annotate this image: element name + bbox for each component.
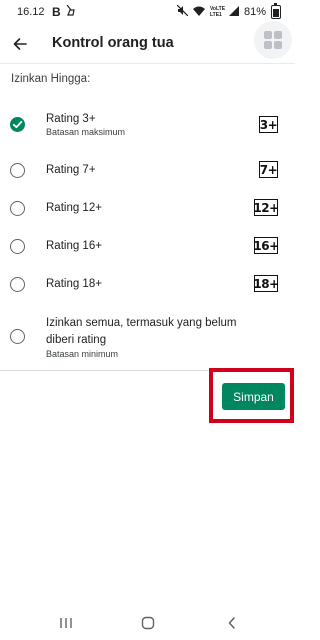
rating-badge-7: 7+ <box>259 161 278 178</box>
home-button[interactable] <box>138 614 158 632</box>
option-rating-18[interactable]: Rating 18+ 18+ <box>0 274 295 296</box>
option-title: Rating 7+ <box>46 164 96 176</box>
option-subtitle: Batasan minimum <box>46 349 119 359</box>
section-label: Izinkan Hingga: <box>11 73 91 85</box>
home-icon <box>141 616 155 630</box>
radio-button[interactable] <box>10 239 25 254</box>
mute-icon <box>176 4 189 19</box>
recents-button[interactable] <box>56 614 76 632</box>
battery-percent: 81% <box>243 6 266 18</box>
grid-apps-icon <box>264 31 282 49</box>
system-nav-bar <box>0 606 295 640</box>
radio-button[interactable] <box>10 277 25 292</box>
status-bar: 16.12 B VoLTE LTE1 81% <box>0 0 295 24</box>
radio-button[interactable] <box>10 329 25 344</box>
rating-badge-12: 12+ <box>253 199 279 216</box>
save-button[interactable]: Simpan <box>222 383 285 410</box>
check-icon <box>12 120 23 129</box>
bold-b-icon: B <box>52 5 61 19</box>
option-subtitle: Batasan maksimum <box>46 127 126 137</box>
radio-button[interactable] <box>10 163 25 178</box>
status-left-icons: B <box>52 4 75 19</box>
recents-icon <box>60 618 72 628</box>
app-bar: Kontrol orang tua <box>0 24 295 64</box>
option-rating-16[interactable]: Rating 16+ 16+ <box>0 236 295 258</box>
broom-icon <box>65 4 75 19</box>
radio-checked[interactable] <box>10 117 25 132</box>
option-title-line2: diberi rating <box>46 334 107 346</box>
status-time: 16.12 <box>17 6 45 18</box>
rating-badge-3: 3+ <box>259 116 278 133</box>
option-title: Rating 3+ <box>46 113 96 125</box>
option-rating-12[interactable]: Rating 12+ 12+ <box>0 198 295 220</box>
option-allow-all[interactable]: Izinkan semua, termasuk yang belum diber… <box>0 313 295 359</box>
apps-grid-button[interactable] <box>254 21 292 59</box>
option-rating-3[interactable]: Rating 3+ Batasan maksimum 3+ <box>0 108 295 144</box>
header-divider <box>0 63 295 64</box>
status-right-icons: VoLTE LTE1 81% <box>176 3 281 19</box>
network-label: VoLTE LTE1 <box>209 6 226 18</box>
nav-back-icon <box>228 617 235 629</box>
page-title: Kontrol orang tua <box>52 35 174 51</box>
back-button[interactable] <box>8 32 32 56</box>
arrow-back-icon <box>13 38 27 50</box>
option-title: Rating 16+ <box>46 240 102 252</box>
battery-icon <box>271 3 281 19</box>
nav-back-button[interactable] <box>222 614 242 632</box>
rating-badge-18: 18+ <box>253 275 279 292</box>
option-title: Rating 18+ <box>46 278 102 290</box>
option-title: Rating 12+ <box>46 202 102 214</box>
rating-badge-16: 16+ <box>253 237 279 254</box>
option-title: Izinkan semua, termasuk yang belum <box>46 317 237 329</box>
radio-button[interactable] <box>10 201 25 216</box>
option-rating-7[interactable]: Rating 7+ 7+ <box>0 160 295 182</box>
wifi-icon <box>192 6 205 19</box>
signal-icon <box>228 5 239 19</box>
